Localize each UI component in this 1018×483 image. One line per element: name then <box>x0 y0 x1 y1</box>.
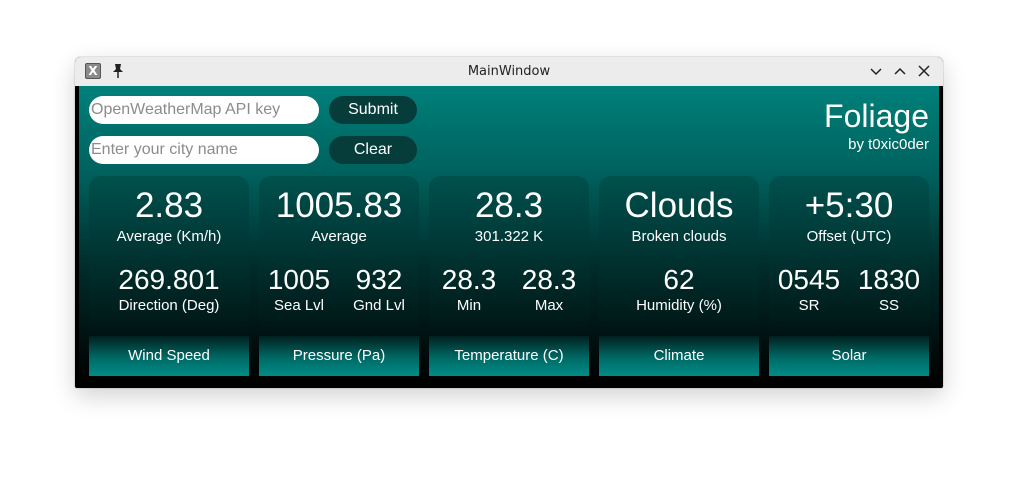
wind-direction-value: 269.801 <box>118 264 220 295</box>
sea-level-value: 1005 <box>267 264 331 295</box>
close-icon[interactable] <box>917 64 931 78</box>
utc-offset-value: +5:30 <box>804 186 894 225</box>
sunset-group: 1830 SS <box>849 264 929 315</box>
temp-min-value: 28.3 <box>441 264 497 295</box>
city-name-input[interactable] <box>89 136 319 164</box>
wind-card-title: Wind Speed <box>89 336 249 376</box>
sunset-label: SS <box>878 297 899 314</box>
pressure-card-title: Pressure (Pa) <box>259 336 419 376</box>
sea-level-group: 1005 Sea Lvl <box>259 264 339 315</box>
api-key-input[interactable] <box>89 96 319 124</box>
temp-min-group: 28.3 Min <box>429 264 509 315</box>
wind-direction-label: Direction (Deg) <box>118 297 220 314</box>
sunset-value: 1830 <box>857 264 921 295</box>
sunrise-value: 0545 <box>777 264 841 295</box>
brand-block: Foliage by t0xic0der <box>824 98 929 154</box>
climate-card: Clouds Broken clouds 62 Humidity (%) Cli… <box>599 176 759 376</box>
temp-min-label: Min <box>456 297 482 314</box>
ground-level-value: 932 <box>355 264 403 295</box>
wind-speed-label: Average (Km/h) <box>116 228 222 245</box>
maximize-icon[interactable] <box>893 64 907 78</box>
main-window: X MainWindow Submit Clear Foliage by t0x… <box>75 57 943 388</box>
solar-card: +5:30 Offset (UTC) 0545 SR 1830 SS Solar <box>769 176 929 376</box>
app-name: Foliage <box>824 98 929 134</box>
ground-level-label: Gnd Lvl <box>353 297 405 314</box>
app-content: Submit Clear Foliage by t0xic0der 2.83 A… <box>79 86 939 384</box>
ground-level-group: 932 Gnd Lvl <box>339 264 419 315</box>
temp-max-label: Max <box>534 297 564 314</box>
sea-level-label: Sea Lvl <box>273 297 325 314</box>
pressure-label: Average <box>311 228 367 245</box>
temp-max-group: 28.3 Max <box>509 264 589 315</box>
humidity-label: Humidity (%) <box>636 297 722 314</box>
title-bar: X MainWindow <box>75 57 943 86</box>
temperature-value: 28.3 <box>474 186 544 225</box>
pressure-value: 1005.83 <box>275 186 403 225</box>
minimize-icon[interactable] <box>869 64 883 78</box>
submit-button[interactable]: Submit <box>329 96 417 124</box>
utc-offset-label: Offset (UTC) <box>806 228 892 245</box>
climate-description: Broken clouds <box>631 228 727 245</box>
wind-card: 2.83 Average (Km/h) 269.801 Direction (D… <box>89 176 249 376</box>
humidity-value: 62 <box>663 264 695 295</box>
temperature-card-title: Temperature (C) <box>429 336 589 376</box>
window-title: MainWindow <box>467 64 551 79</box>
climate-card-title: Climate <box>599 336 759 376</box>
sunrise-group: 0545 SR <box>769 264 849 315</box>
solar-card-title: Solar <box>769 336 929 376</box>
pressure-card: 1005.83 Average 1005 Sea Lvl 932 Gnd Lvl… <box>259 176 419 376</box>
climate-value: Clouds <box>624 186 734 225</box>
clear-button[interactable]: Clear <box>329 136 417 164</box>
temperature-kelvin: 301.322 K <box>474 228 544 245</box>
app-author: by t0xic0der <box>848 136 929 153</box>
wind-speed-value: 2.83 <box>134 186 204 225</box>
temp-max-value: 28.3 <box>521 264 577 295</box>
temperature-card: 28.3 301.322 K 28.3 Min 28.3 Max Tempera… <box>429 176 589 376</box>
sunrise-label: SR <box>798 297 820 314</box>
